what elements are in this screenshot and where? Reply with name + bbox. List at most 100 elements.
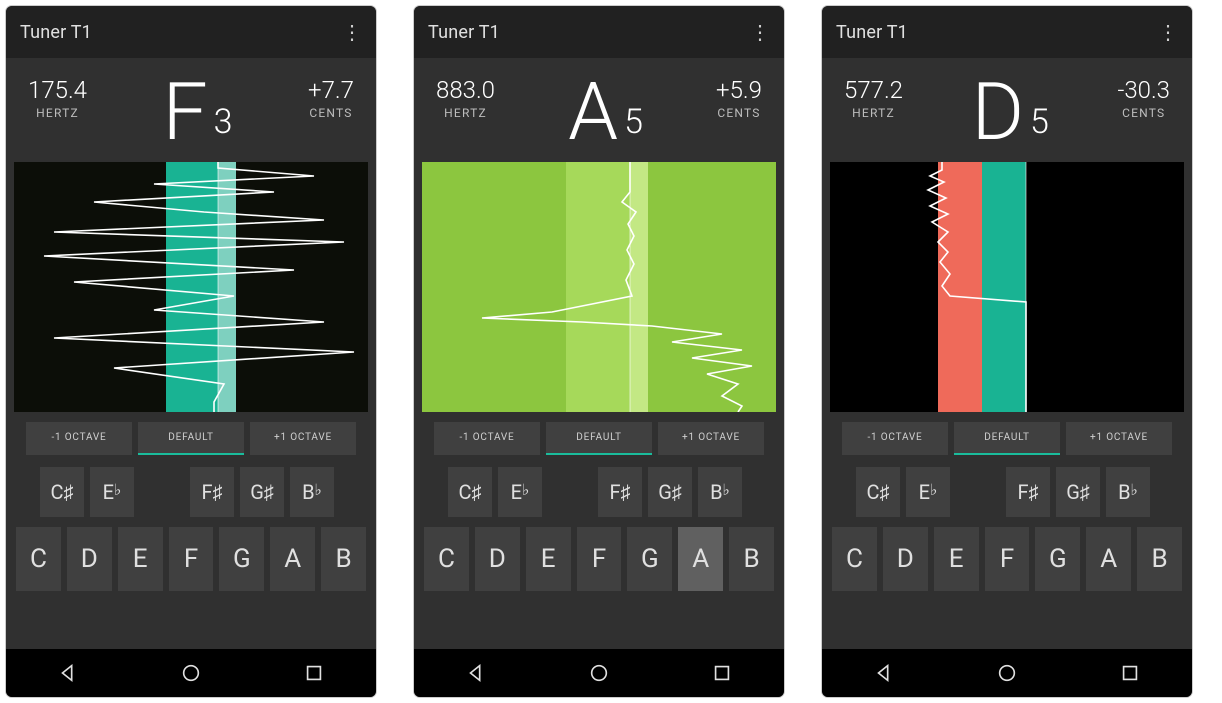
note-key-Csharp[interactable]: C♯ (856, 467, 900, 517)
note-key-A[interactable]: A (678, 527, 723, 591)
note-key-F[interactable]: F (169, 527, 214, 591)
app-title: Tuner T1 (428, 22, 500, 43)
octave-minus-button[interactable]: -1 OCTAVE (434, 422, 540, 455)
app-bar: Tuner T1 ⋮ (6, 6, 376, 58)
app-bar: Tuner T1 ⋮ (414, 6, 784, 58)
note-key-Csharp[interactable]: C♯ (448, 467, 492, 517)
note-key-Bflat[interactable]: B♭ (290, 467, 334, 517)
pitch-graph (14, 162, 368, 412)
app-title: Tuner T1 (836, 22, 908, 43)
note-key-Fsharp[interactable]: F♯ (598, 467, 642, 517)
note-letter: F (163, 76, 208, 148)
note-key-F[interactable]: F (577, 527, 622, 591)
tolerance-band (630, 162, 648, 412)
note-octave: 3 (208, 102, 233, 148)
hertz-block: 175.4 HERTZ (28, 76, 87, 120)
phone-frame: Tuner T1⋮577.2HERTZD5-30.3CENTS-1 OCTAVE… (822, 6, 1192, 697)
android-nav-bar (6, 649, 376, 697)
octave-button-row: -1 OCTAVEDEFAULT+1 OCTAVE (6, 412, 376, 467)
cents-label: CENTS (716, 106, 762, 120)
hertz-block: 883.0 HERTZ (436, 76, 495, 120)
note-key-Eflat[interactable]: E♭ (498, 467, 542, 517)
back-icon[interactable] (57, 662, 79, 684)
cents-block: +7.7CENTS (308, 76, 354, 120)
app-bar: Tuner T1 ⋮ (822, 6, 1192, 58)
back-icon[interactable] (873, 662, 895, 684)
natural-row: CDEFGAB (822, 527, 1192, 591)
cents-block: -30.3 CENTS (1117, 76, 1170, 120)
note-key-Eflat[interactable]: E♭ (90, 467, 134, 517)
cents-block: +5.9 CENTS (716, 76, 762, 120)
tolerance-band (566, 162, 630, 412)
note-key-E[interactable]: E (118, 527, 163, 591)
note-key-D[interactable]: D (883, 527, 928, 591)
hertz-value: 883.0 (436, 76, 495, 104)
note-key-G[interactable]: G (219, 527, 264, 591)
note-key-C[interactable]: C (424, 527, 469, 591)
note-key-C[interactable]: C (832, 527, 877, 591)
recents-icon[interactable] (303, 662, 325, 684)
octave-default-button[interactable]: DEFAULT (546, 422, 652, 455)
note-key-E[interactable]: E (934, 527, 979, 591)
cents-value: -30.3 (1117, 76, 1170, 104)
note-key-G[interactable]: G (1035, 527, 1080, 591)
note-letter: D (972, 76, 1024, 148)
accidental-row: C♯E♭ F♯G♯B♭ (414, 467, 784, 517)
home-icon[interactable] (996, 662, 1018, 684)
tuning-readout: 175.4 HERTZ F3 +7.7CENTS (6, 58, 376, 162)
recents-icon[interactable] (1119, 662, 1141, 684)
recents-icon[interactable] (711, 662, 733, 684)
note-key-Csharp[interactable]: C♯ (40, 467, 84, 517)
note-key-Fsharp[interactable]: F♯ (1006, 467, 1050, 517)
home-icon[interactable] (588, 662, 610, 684)
octave-default-button[interactable]: DEFAULT (954, 422, 1060, 455)
octave-default-button[interactable]: DEFAULT (138, 422, 244, 455)
back-icon[interactable] (465, 662, 487, 684)
note-key-B[interactable]: B (1137, 527, 1182, 591)
note-key-Bflat[interactable]: B♭ (1106, 467, 1150, 517)
android-nav-bar (414, 649, 784, 697)
note-key-Gsharp[interactable]: G♯ (648, 467, 692, 517)
note-key-E[interactable]: E (526, 527, 571, 591)
note-key-D[interactable]: D (67, 527, 112, 591)
octave-button-row: -1 OCTAVEDEFAULT+1 OCTAVE (822, 412, 1192, 467)
note-key-Gsharp[interactable]: G♯ (1056, 467, 1100, 517)
octave-minus-button[interactable]: -1 OCTAVE (842, 422, 948, 455)
octave-plus-button[interactable]: +1 OCTAVE (658, 422, 764, 455)
more-menu-icon[interactable]: ⋮ (1158, 22, 1178, 42)
note-key-D[interactable]: D (475, 527, 520, 591)
cents-label: CENTS (1117, 106, 1170, 120)
note-key-B[interactable]: B (321, 527, 366, 591)
tolerance-band (218, 162, 236, 412)
note-key-Bflat[interactable]: B♭ (698, 467, 742, 517)
note-key-Gsharp[interactable]: G♯ (240, 467, 284, 517)
note-key-Eflat[interactable]: E♭ (906, 467, 950, 517)
octave-plus-button[interactable]: +1 OCTAVE (250, 422, 356, 455)
home-icon[interactable] (180, 662, 202, 684)
more-menu-icon[interactable]: ⋮ (342, 22, 362, 42)
note-key-G[interactable]: G (627, 527, 672, 591)
cents-label: CENTS (308, 106, 354, 120)
note-key-F[interactable]: F (985, 527, 1030, 591)
note-key-B[interactable]: B (729, 527, 774, 591)
note-key-A[interactable]: A (270, 527, 315, 591)
octave-minus-button[interactable]: -1 OCTAVE (26, 422, 132, 455)
cents-value: +5.9 (716, 76, 762, 104)
accidental-row: C♯E♭ F♯G♯B♭ (6, 467, 376, 517)
note-block: A5 (568, 76, 643, 148)
tolerance-band (982, 162, 1026, 412)
note-key-A[interactable]: A (1086, 527, 1131, 591)
note-octave: 5 (1024, 102, 1049, 148)
accidental-row: C♯E♭ F♯G♯B♭ (822, 467, 1192, 517)
hertz-label: HERTZ (436, 106, 495, 120)
note-key-C[interactable]: C (16, 527, 61, 591)
hertz-label: HERTZ (844, 106, 903, 120)
hertz-label: HERTZ (28, 106, 87, 120)
hertz-value: 175.4 (28, 76, 87, 104)
note-key-Fsharp[interactable]: F♯ (190, 467, 234, 517)
note-block: D5 (972, 76, 1049, 148)
octave-plus-button[interactable]: +1 OCTAVE (1066, 422, 1172, 455)
note-octave: 5 (618, 102, 643, 148)
app-title: Tuner T1 (20, 22, 92, 43)
more-menu-icon[interactable]: ⋮ (750, 22, 770, 42)
